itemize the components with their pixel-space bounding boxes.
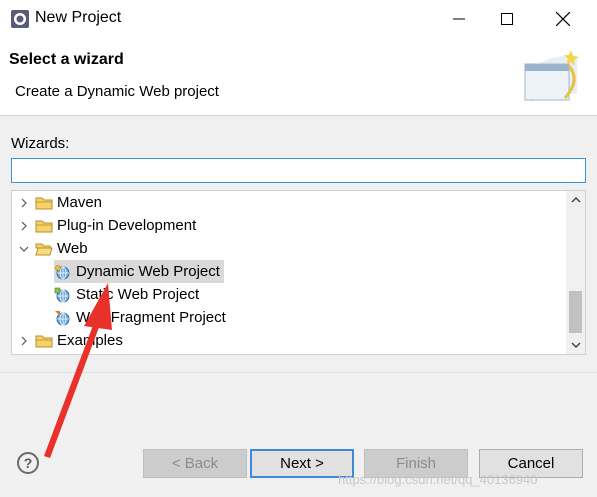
tree-item-label: Maven [57, 194, 103, 211]
watermark: https://blog.csdn.net/qq_40136940 [338, 472, 538, 487]
wizards-label: Wizards: [11, 135, 70, 152]
scroll-thumb[interactable] [569, 291, 582, 333]
tree-item-web[interactable]: Web [18, 237, 88, 260]
tree-scrollbar[interactable] [566, 191, 585, 354]
tree-item-plugin-development[interactable]: Plug-in Development [18, 214, 196, 237]
tree-item-web-fragment-project[interactable]: Web Fragment Project [54, 306, 226, 329]
title-bar: New Project [0, 0, 597, 38]
wizard-banner: Select a wizard Create a Dynamic Web pro… [0, 38, 597, 116]
chevron-right-icon[interactable] [18, 220, 30, 232]
folder-icon [35, 335, 53, 347]
minimize-icon [453, 18, 465, 20]
separator [0, 372, 597, 373]
tree-item-maven[interactable]: Maven [18, 191, 102, 214]
close-icon [556, 12, 570, 26]
folder-icon [35, 197, 53, 209]
wizard-tree[interactable]: Maven Plug-in Development Web Dynamic We… [11, 190, 586, 355]
folder-icon [35, 220, 53, 232]
close-button[interactable] [540, 0, 586, 38]
maximize-button[interactable] [484, 0, 530, 38]
chevron-down-icon[interactable] [18, 243, 30, 255]
folder-open-icon [35, 243, 53, 255]
window-title: New Project [35, 9, 122, 26]
wizard-filter-input[interactable] [11, 158, 586, 183]
tree-item-label: Plug-in Development [57, 217, 197, 234]
chevron-right-icon[interactable] [18, 197, 30, 209]
back-button[interactable]: < Back [143, 449, 247, 478]
web-project-icon [55, 310, 70, 325]
chevron-down-icon [571, 342, 580, 348]
scroll-up-button[interactable] [566, 191, 585, 209]
tree-item-label: Web Fragment Project [76, 309, 226, 326]
banner-description: Create a Dynamic Web project [15, 83, 219, 100]
minimize-button[interactable] [436, 0, 482, 38]
web-project-icon [54, 287, 70, 302]
chevron-right-icon[interactable] [18, 335, 30, 347]
tree-item-examples[interactable]: Examples [18, 329, 123, 352]
wizard-banner-icon [524, 50, 579, 102]
web-project-icon [55, 264, 70, 279]
help-button[interactable]: ? [17, 452, 39, 474]
chevron-up-icon [571, 197, 580, 203]
tree-item-label: Examples [57, 332, 123, 349]
question-icon: ? [23, 455, 33, 471]
eclipse-icon [11, 10, 29, 28]
banner-title: Select a wizard [9, 51, 124, 68]
tree-item-dynamic-web-project[interactable]: Dynamic Web Project [54, 260, 224, 283]
tree-item-label: Web [57, 240, 88, 257]
maximize-icon [501, 13, 513, 25]
tree-item-static-web-project[interactable]: Static Web Project [54, 283, 199, 306]
tree-item-label: Static Web Project [76, 286, 200, 303]
scroll-down-button[interactable] [566, 336, 585, 354]
tree-item-label: Dynamic Web Project [76, 263, 220, 280]
